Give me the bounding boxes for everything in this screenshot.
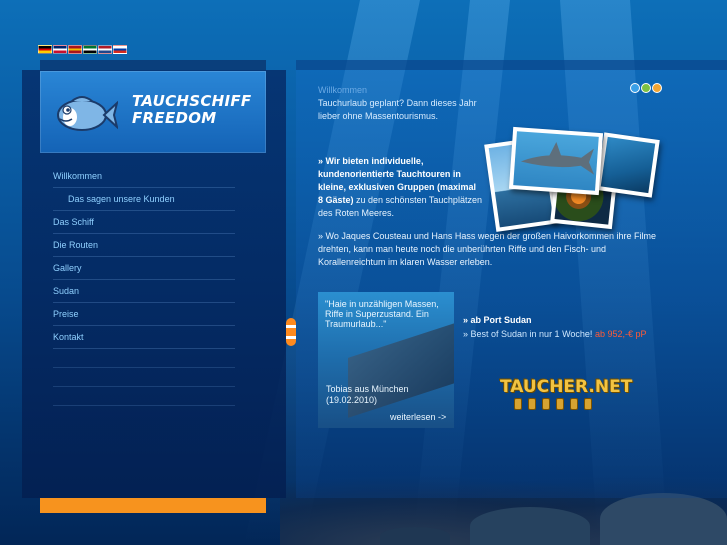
- nav-item-sudan[interactable]: Sudan: [53, 280, 235, 303]
- welcome-heading: Willkommen: [318, 85, 368, 95]
- russian-flag-icon[interactable]: [113, 45, 127, 54]
- social-icon[interactable]: [641, 83, 651, 93]
- social-icon[interactable]: [652, 83, 662, 93]
- logo-title: TAUCHSCHIFF FREEDOM: [132, 93, 251, 127]
- photo-shark: [508, 126, 604, 196]
- main-top-bar: [296, 60, 727, 70]
- offer-block: » ab Port Sudan » Best of Sudan in nur 1…: [463, 313, 713, 341]
- dutch-flag-icon[interactable]: [98, 45, 112, 54]
- tank-icon: [570, 398, 578, 410]
- social-icon[interactable]: [630, 83, 640, 93]
- tank-icon: [584, 398, 592, 410]
- social-icons: [630, 83, 662, 93]
- tank-icon: [528, 398, 536, 410]
- tank-icon: [556, 398, 564, 410]
- language-flags: [38, 45, 127, 54]
- nav-item-kunden[interactable]: Das sagen unsere Kunden: [53, 188, 235, 211]
- photo-diver: [596, 132, 660, 198]
- read-more-link[interactable]: weiterlesen ->: [390, 412, 446, 422]
- testimonial-date: (19.02.2010): [326, 395, 378, 405]
- intro-text: Tauchurlaub geplant? Dann dieses Jahr li…: [318, 98, 477, 121]
- history-text: » Wo Jaques Cousteau und Hans Hass wegen…: [318, 231, 656, 267]
- nav-divider: [53, 349, 235, 368]
- offer-description: » Wir bieten individuelle, kundenorienti…: [318, 155, 483, 220]
- offer-title: » ab Port Sudan: [463, 315, 532, 325]
- main-content: [296, 70, 727, 498]
- german-flag-icon[interactable]: [38, 45, 52, 54]
- offer-price: ab 952,-€ pP: [594, 329, 647, 339]
- sidebar-top-bar: [40, 60, 266, 70]
- offer-label: » Best of Sudan in nur 1 Woche!: [463, 329, 593, 339]
- main-navigation: Willkommen Das sagen unsere Kunden Das S…: [53, 165, 235, 406]
- testimonial-author-name: Tobias aus München: [326, 384, 409, 394]
- logo-line2: FREEDOM: [132, 109, 217, 127]
- nav-item-preise[interactable]: Preise: [53, 303, 235, 326]
- offer-link[interactable]: » Best of Sudan in nur 1 Woche! ab 952,-…: [463, 327, 713, 341]
- testimonial-author: Tobias aus München (19.02.2010): [326, 384, 409, 406]
- coral: [380, 527, 450, 545]
- shark-icon: [520, 141, 595, 175]
- clownfish-icon: [286, 318, 296, 346]
- tank-icon: [542, 398, 550, 410]
- arabic-flag-icon[interactable]: [83, 45, 97, 54]
- nav-item-schiff[interactable]: Das Schiff: [53, 211, 235, 234]
- logo[interactable]: TAUCHSCHIFF FREEDOM: [40, 71, 266, 153]
- nav-item-kontakt[interactable]: Kontakt: [53, 326, 235, 349]
- testimonial-box[interactable]: "Haie in unzähligen Massen, Riffe in Sup…: [318, 292, 454, 428]
- nav-item-routen[interactable]: Die Routen: [53, 234, 235, 257]
- coral: [470, 507, 590, 545]
- sidebar-footer-bar: [40, 498, 266, 513]
- nav-divider: [53, 387, 235, 406]
- tank-icon: [514, 398, 522, 410]
- nav-item-gallery[interactable]: Gallery: [53, 257, 235, 280]
- spanish-flag-icon[interactable]: [68, 45, 82, 54]
- nav-item-willkommen[interactable]: Willkommen: [53, 165, 235, 188]
- fish-logo-icon: [57, 96, 118, 131]
- testimonial-quote: "Haie in unzähligen Massen, Riffe in Sup…: [325, 299, 439, 329]
- english-flag-icon[interactable]: [53, 45, 67, 54]
- nav-divider: [53, 368, 235, 387]
- taucher-net-label: TAUCHER.NET: [500, 377, 633, 397]
- taucher-net-logo[interactable]: TAUCHER.NET: [500, 372, 634, 412]
- logo-line1: TAUCHSCHIFF: [132, 92, 252, 110]
- coral: [600, 493, 727, 545]
- tank-icons: [514, 398, 592, 410]
